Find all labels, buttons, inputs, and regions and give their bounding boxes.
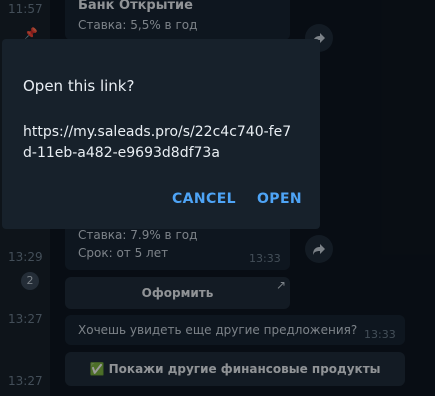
dialog-url: https://my.saleads.pro/s/22c4c740-fe7d-1…	[23, 124, 292, 161]
dialog-title: Open this link?	[23, 77, 135, 95]
open-button[interactable]: OPEN	[257, 191, 302, 207]
cancel-button[interactable]: CANCEL	[172, 191, 236, 207]
open-link-dialog: Open this link? https://my.saleads.pro/s…	[2, 39, 320, 229]
